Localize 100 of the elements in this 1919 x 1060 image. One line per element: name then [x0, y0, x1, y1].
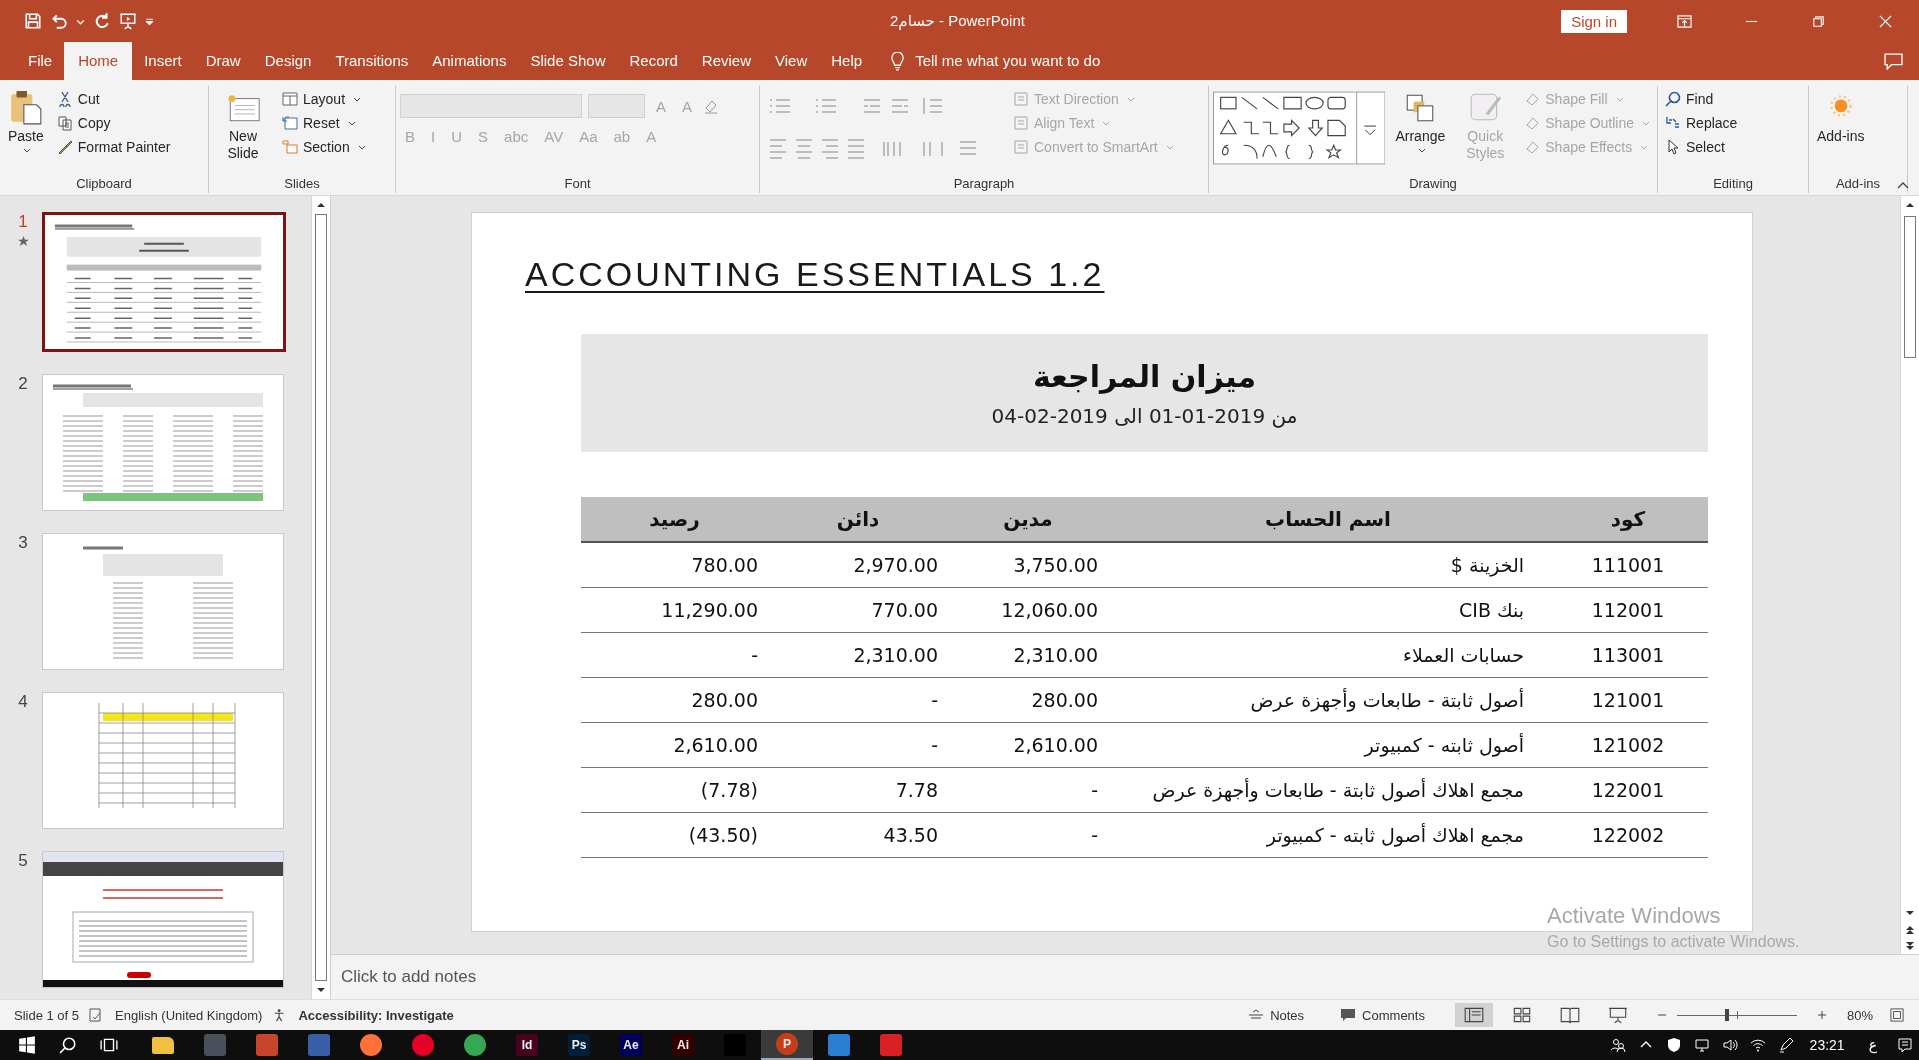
- group-label: Slides: [284, 176, 320, 193]
- taskbar-app[interactable]: Ai: [657, 1030, 709, 1060]
- scroll-down-icon[interactable]: [1905, 910, 1915, 916]
- pen-icon[interactable]: [1777, 1037, 1794, 1053]
- input-language[interactable]: ع: [1868, 1037, 1877, 1053]
- slide-counter: Slide 1 of 5: [14, 1007, 80, 1023]
- new-slide-button[interactable]: New Slide: [213, 88, 273, 164]
- network-icon[interactable]: [1693, 1037, 1710, 1053]
- ribbon-tab[interactable]: Design: [252, 42, 324, 80]
- save-icon[interactable]: [24, 12, 42, 30]
- comments-button[interactable]: Comments: [1334, 1006, 1431, 1024]
- scroll-thumb[interactable]: [315, 214, 327, 981]
- slides-button[interactable]: Reset: [279, 112, 369, 133]
- editing-button[interactable]: Select: [1662, 136, 1741, 157]
- editing-button[interactable]: Find: [1662, 88, 1741, 109]
- language-button[interactable]: English (United Kingdom): [115, 1007, 263, 1023]
- clipboard-icon: [8, 90, 43, 126]
- ribbon-display-icon[interactable]: [1677, 13, 1692, 29]
- ribbon-tab[interactable]: Draw: [193, 42, 253, 80]
- scrollbar[interactable]: [1900, 196, 1919, 954]
- zoom-in-icon[interactable]: [1816, 1010, 1827, 1020]
- taskbar-app[interactable]: Id: [501, 1030, 553, 1060]
- clipboard-button[interactable]: Cut: [53, 88, 174, 109]
- table-cell-text: 780.00: [690, 554, 759, 576]
- windows-start-icon[interactable]: [18, 1036, 36, 1054]
- clock[interactable]: 23:21: [1809, 1037, 1845, 1053]
- ribbon-tab[interactable]: Review: [689, 42, 764, 80]
- ribbon-tab[interactable]: Animations: [420, 42, 519, 80]
- people-icon[interactable]: [1609, 1037, 1626, 1053]
- ribbon-tab[interactable]: Insert: [132, 42, 194, 80]
- table-cell-text: 280.00: [690, 689, 759, 711]
- next-slide-icon[interactable]: [1905, 941, 1915, 951]
- ribbon-tab[interactable]: Help: [819, 42, 875, 80]
- taskbar-app[interactable]: P: [761, 1030, 813, 1060]
- ribbon-tab[interactable]: Transitions: [323, 42, 421, 80]
- scroll-down-icon[interactable]: [316, 987, 326, 993]
- accessibility-status[interactable]: Accessibility: Investigate: [298, 1007, 454, 1023]
- group-label: Add-ins: [1835, 176, 1881, 193]
- text-tool-icon: [1013, 138, 1029, 155]
- clipboard-button[interactable]: Format Painter: [53, 136, 174, 157]
- sign-in-button[interactable]: Sign in: [1561, 9, 1627, 33]
- close-icon[interactable]: [1878, 13, 1893, 29]
- table-cell-text: (7.78): [699, 779, 759, 801]
- shapes-gallery[interactable]: [1213, 90, 1386, 166]
- collapse-ribbon-icon[interactable]: [1897, 181, 1909, 189]
- customize-icon[interactable]: [145, 16, 154, 26]
- scroll-up-icon[interactable]: [1905, 202, 1915, 208]
- group-label: Editing: [1713, 176, 1753, 193]
- restore-icon[interactable]: [1811, 13, 1826, 29]
- slide-canvas[interactable]: [471, 212, 1753, 932]
- notes-field[interactable]: Click to add notes: [341, 967, 477, 987]
- presentation-icon[interactable]: [119, 12, 137, 30]
- comments-icon[interactable]: [1884, 53, 1903, 70]
- activation-message: Go to Settings to activate Windows.: [1547, 933, 1800, 951]
- comment-icon: [1340, 1008, 1357, 1022]
- undo-icon[interactable]: [50, 12, 68, 30]
- search-icon[interactable]: [59, 1036, 77, 1054]
- task-view-icon[interactable]: [100, 1036, 118, 1054]
- normal-view-icon[interactable]: [1454, 1003, 1493, 1027]
- slides-button[interactable]: Layout: [279, 88, 369, 109]
- taskbar-app[interactable]: Ae: [605, 1030, 657, 1060]
- table-cell-text: 2,310.00: [852, 644, 939, 666]
- taskbar-app[interactable]: Ps: [553, 1030, 605, 1060]
- text-tool-icon: [1013, 90, 1029, 107]
- table-cell-text: 121001: [1590, 689, 1666, 711]
- ribbon-tab[interactable]: View: [763, 42, 820, 80]
- wifi-icon[interactable]: [1749, 1037, 1766, 1053]
- notes-button[interactable]: Notes: [1242, 1006, 1311, 1024]
- arrange-button[interactable]: Arrange: [1391, 88, 1450, 156]
- volume-icon[interactable]: [1721, 1037, 1738, 1053]
- redo-icon[interactable]: [93, 12, 111, 30]
- previous-slide-icon[interactable]: [1905, 925, 1915, 935]
- scroll-thumb[interactable]: [1904, 216, 1916, 358]
- slide-number: 3: [18, 533, 28, 553]
- select-icon: [1665, 138, 1681, 155]
- shield-icon[interactable]: [1665, 1037, 1682, 1053]
- lightbulb-icon[interactable]: [890, 52, 906, 71]
- table-cell-text: 122001: [1590, 779, 1666, 801]
- scroll-up-icon[interactable]: [316, 202, 326, 208]
- activation-title: Activate Windows: [1547, 903, 1722, 929]
- fit-slide-icon[interactable]: [1889, 1008, 1905, 1022]
- table-cell-text: مجمع اهلاك أصول ثابتة - طابعات وأجهزة عرض: [1151, 779, 1525, 801]
- tell-me-field[interactable]: Tell me what you want to do: [915, 42, 1101, 80]
- cut-icon: [56, 90, 73, 107]
- slides-button[interactable]: Section: [279, 136, 369, 157]
- editing-button[interactable]: Replace: [1662, 112, 1741, 133]
- notifications-icon[interactable]: [1897, 1037, 1913, 1053]
- scrollbar[interactable]: [311, 196, 330, 999]
- paste-button[interactable]: Paste: [4, 88, 48, 156]
- clipboard-button[interactable]: Copy: [53, 112, 174, 133]
- add-ins-button[interactable]: Add-ins: [1813, 88, 1869, 146]
- ribbon-tab[interactable]: Home: [64, 42, 133, 80]
- slide-thumbnail[interactable]: [42, 212, 286, 352]
- ribbon-tab[interactable]: Slide Show: [518, 42, 618, 80]
- ribbon-tab[interactable]: Record: [617, 42, 690, 80]
- text-tool-icon: [1013, 114, 1029, 131]
- zoom-level[interactable]: 80%: [1846, 1007, 1873, 1023]
- table-cell-text: 122002: [1590, 824, 1666, 846]
- ribbon-tab[interactable]: File: [16, 42, 65, 80]
- zoom-slider[interactable]: [1676, 1008, 1797, 1022]
